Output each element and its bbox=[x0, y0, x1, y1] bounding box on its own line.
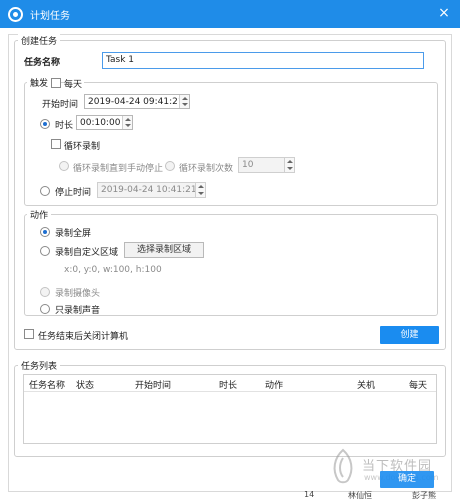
window-title: 计划任务 bbox=[30, 11, 70, 22]
peek-text-3: 彭子熊 bbox=[412, 491, 436, 500]
peek-text-2: 林仙恒 bbox=[348, 491, 372, 500]
record-audio-only-radio[interactable] bbox=[40, 304, 50, 314]
task-name-label: 任务名称 bbox=[24, 58, 61, 68]
loop-record-label: 循环录制 bbox=[64, 142, 101, 152]
task-list-legend: 任务列表 bbox=[18, 359, 61, 372]
task-list-header: 任务名称 状态 开始时间 时长 动作 关机 每天 bbox=[24, 375, 436, 391]
area-coords-text: x:0, y:0, w:100, h:100 bbox=[64, 265, 162, 275]
loop-count-value: 10 bbox=[242, 160, 254, 170]
record-custom-area-radio[interactable] bbox=[40, 246, 50, 256]
title-bar: 计划任务 × bbox=[0, 0, 460, 28]
loop-until-stop-radio[interactable] bbox=[59, 161, 69, 171]
column-header-action[interactable]: 动作 bbox=[265, 378, 283, 391]
duration-spinner-icon[interactable] bbox=[122, 116, 132, 129]
trigger-legend: 触发 bbox=[27, 76, 52, 89]
loop-count-radio[interactable] bbox=[165, 161, 175, 171]
close-icon[interactable]: × bbox=[436, 4, 452, 22]
loop-count-field[interactable]: 10 bbox=[238, 157, 295, 173]
loop-record-checkbox[interactable] bbox=[51, 139, 61, 149]
watermark-logo-icon bbox=[328, 448, 358, 484]
stop-time-label: 停止时间 bbox=[55, 188, 92, 198]
column-header-status[interactable]: 状态 bbox=[76, 378, 94, 391]
shutdown-label: 任务结束后关闭计算机 bbox=[38, 332, 129, 342]
start-time-value: 2019-04-24 09:41:21 bbox=[88, 97, 184, 107]
duration-field[interactable]: 00:10:00 bbox=[76, 115, 133, 130]
stop-time-radio[interactable] bbox=[40, 186, 50, 196]
column-header-daily[interactable]: 每天 bbox=[409, 378, 427, 391]
action-legend: 动作 bbox=[27, 208, 52, 221]
stop-time-spinner-icon[interactable] bbox=[195, 183, 205, 197]
column-header-start-time[interactable]: 开始时间 bbox=[135, 378, 171, 391]
record-camera-label: 录制摄像头 bbox=[55, 289, 101, 299]
start-time-label: 开始时间 bbox=[42, 100, 79, 110]
column-header-shutdown[interactable]: 关机 bbox=[357, 378, 375, 391]
duration-label: 时长 bbox=[55, 121, 74, 131]
column-header-task-name[interactable]: 任务名称 bbox=[29, 378, 65, 391]
daily-label: 每天 bbox=[64, 77, 85, 90]
shutdown-checkbox[interactable] bbox=[24, 329, 34, 339]
record-fullscreen-label: 录制全屏 bbox=[55, 229, 92, 239]
start-time-spinner-icon[interactable] bbox=[179, 95, 189, 108]
confirm-button[interactable]: 确定 bbox=[380, 471, 434, 488]
duration-value: 00:10:00 bbox=[80, 118, 121, 128]
task-name-input[interactable]: Task 1 bbox=[102, 52, 424, 69]
create-button[interactable]: 创建 bbox=[380, 326, 439, 344]
record-custom-area-label: 录制自定义区域 bbox=[55, 248, 119, 258]
create-task-legend: 创建任务 bbox=[18, 34, 61, 47]
record-camera-radio[interactable] bbox=[40, 287, 50, 297]
daily-checkbox[interactable] bbox=[51, 78, 61, 88]
loop-until-stop-label: 循环录制直到手动停止 bbox=[73, 164, 164, 174]
peek-text-1: 14 bbox=[304, 490, 315, 499]
record-audio-only-label: 只录制声音 bbox=[55, 306, 101, 316]
stop-time-field[interactable]: 2019-04-24 10:41:21 bbox=[97, 182, 206, 198]
select-area-button[interactable]: 选择录制区域 bbox=[124, 242, 204, 258]
stop-time-value: 2019-04-24 10:41:21 bbox=[101, 185, 197, 195]
loop-count-label: 循环录制次数 bbox=[179, 164, 234, 174]
app-logo-icon bbox=[8, 7, 23, 22]
loop-count-spinner-icon[interactable] bbox=[284, 158, 294, 172]
start-time-field[interactable]: 2019-04-24 09:41:21 bbox=[84, 94, 190, 109]
duration-radio[interactable] bbox=[40, 119, 50, 129]
column-header-duration[interactable]: 时长 bbox=[219, 378, 237, 391]
header-divider bbox=[24, 391, 436, 392]
task-list-table[interactable]: 任务名称 状态 开始时间 时长 动作 关机 每天 bbox=[23, 374, 437, 444]
record-fullscreen-radio[interactable] bbox=[40, 227, 50, 237]
